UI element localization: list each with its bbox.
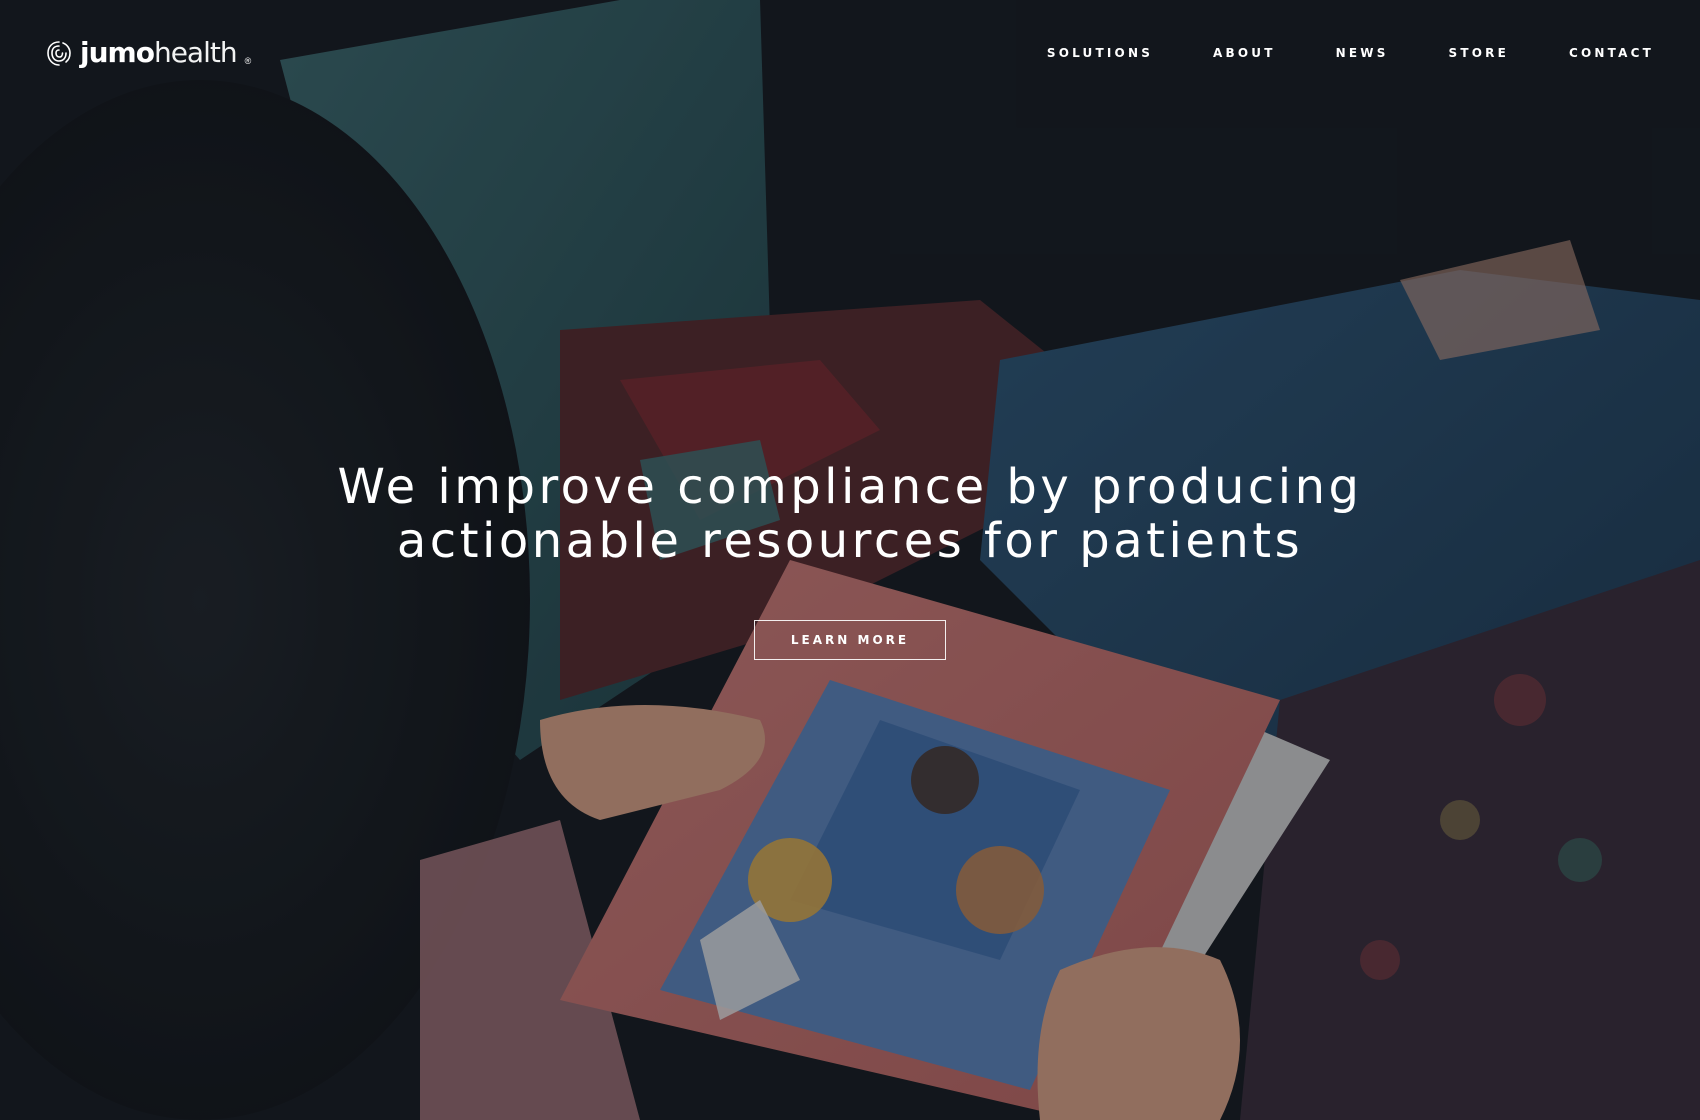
brand-name-bold: jumo (80, 36, 155, 69)
nav-item-news[interactable]: NEWS (1336, 46, 1389, 60)
main-navigation: SOLUTIONS ABOUT NEWS STORE CONTACT (987, 46, 1654, 60)
nav-item-solutions[interactable]: SOLUTIONS (1047, 46, 1153, 60)
brand-wordmark: jumohealth (80, 36, 238, 69)
registered-mark: ® (244, 56, 252, 66)
hero-headline: We improve compliance by producing actio… (250, 460, 1450, 568)
nav-item-store[interactable]: STORE (1449, 46, 1509, 60)
learn-more-button[interactable]: LEARN MORE (754, 620, 946, 660)
nav-item-about[interactable]: ABOUT (1213, 46, 1276, 60)
brand-name-light: health (153, 36, 238, 69)
hero-headline-line-1: We improve compliance by producing (337, 459, 1363, 515)
fingerprint-spiral-icon (47, 41, 71, 66)
brand-logo[interactable]: jumohealth ® (44, 32, 251, 74)
hero-headline-line-2: actionable resources for patients (396, 513, 1304, 569)
nav-item-contact[interactable]: CONTACT (1569, 46, 1654, 60)
